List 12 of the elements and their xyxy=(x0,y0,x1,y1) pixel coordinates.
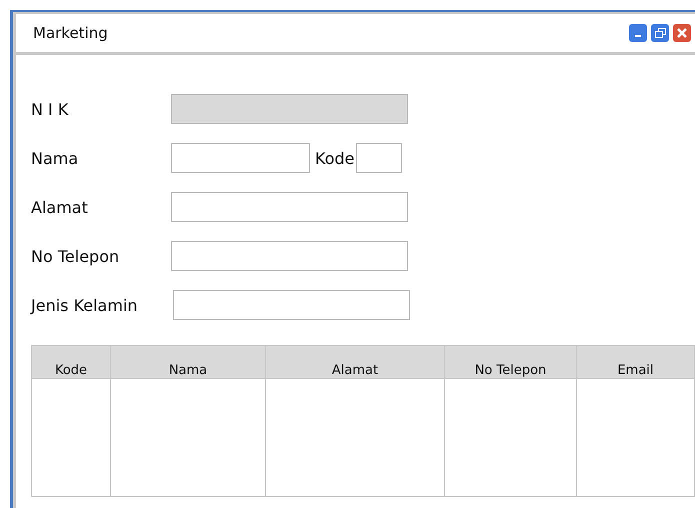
column-header: Email xyxy=(577,346,695,379)
column-header: No Telepon xyxy=(445,346,577,379)
window-title: Marketing xyxy=(33,24,109,42)
field-label: N I K xyxy=(31,100,70,118)
field-label: Nama xyxy=(31,148,80,168)
field-label: Alamat xyxy=(31,198,89,216)
column-header: Nama xyxy=(111,346,266,379)
field-label: No Telepon xyxy=(31,246,120,266)
field-label: Jenis Kelamin xyxy=(31,296,139,314)
column-header: Kode xyxy=(32,346,111,379)
column-header: Alamat xyxy=(266,346,445,379)
field-label: Kode xyxy=(314,148,356,168)
